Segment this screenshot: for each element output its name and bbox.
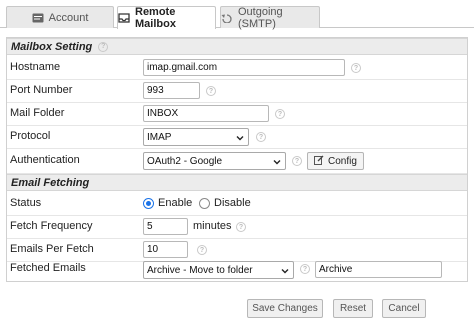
outgoing-arrow-icon (221, 13, 233, 23)
authentication-select-value: OAuth2 - Google (147, 155, 223, 167)
config-button-label: Config (328, 155, 357, 167)
tab-outgoing-smtp-label: Outgoing (SMTP) (238, 5, 283, 30)
help-icon[interactable]: ? (256, 132, 266, 142)
help-icon[interactable]: ? (275, 109, 285, 119)
help-icon[interactable]: ? (292, 156, 302, 166)
row-protocol: Protocol IMAP ? (7, 126, 467, 149)
emails-per-fetch-input[interactable] (143, 241, 188, 258)
status-label: Status (10, 197, 42, 209)
row-fetched-emails: Fetched Emails Archive - Move to folder … (7, 261, 467, 282)
cancel-button[interactable]: Cancel (382, 299, 426, 318)
section-email-fetching: Email Fetching (7, 174, 467, 191)
help-icon[interactable]: ? (236, 222, 246, 232)
mailbox-tray-icon (118, 13, 130, 23)
row-hostname: Hostname ? (7, 57, 467, 80)
port-number-label: Port Number (10, 84, 73, 96)
save-changes-button[interactable]: Save Changes (247, 299, 323, 318)
section-title: Email Fetching (11, 176, 90, 189)
hostname-label: Hostname (10, 61, 61, 73)
tab-outgoing-smtp[interactable]: Outgoing (SMTP) (220, 5, 320, 30)
row-fetch-frequency: Fetch Frequency minutes ? (7, 216, 467, 239)
status-disable-label[interactable]: Disable (214, 197, 251, 209)
reset-button[interactable]: Reset (333, 299, 373, 318)
reset-label: Reset (339, 303, 367, 314)
protocol-select[interactable]: IMAP (143, 128, 249, 146)
cancel-label: Cancel (388, 303, 420, 314)
section-mailbox-setting: Mailbox Setting ? (7, 38, 467, 55)
row-emails-per-fetch: Emails Per Fetch ? (7, 239, 467, 262)
mail-folder-label: Mail Folder (10, 107, 65, 119)
account-card-icon (32, 13, 44, 23)
tab-remote-mailbox[interactable]: Remote Mailbox (117, 6, 216, 30)
row-port-number: Port Number ? (7, 80, 467, 103)
edit-icon (314, 155, 324, 168)
mail-folder-input[interactable] (143, 105, 269, 122)
chevron-down-icon (281, 267, 289, 275)
tab-bar: Account Remote Mailbox Outgoing (SMTP) (0, 0, 474, 30)
hostname-input[interactable] (143, 59, 345, 76)
fetch-frequency-input[interactable] (143, 218, 188, 235)
protocol-select-value: IMAP (147, 131, 172, 143)
fetched-emails-action-value: Archive - Move to folder (147, 264, 253, 276)
chevron-down-icon (236, 134, 244, 142)
authentication-select[interactable]: OAuth2 - Google (143, 152, 286, 170)
config-button[interactable]: Config (307, 152, 364, 170)
fetch-frequency-label: Fetch Frequency (10, 220, 93, 232)
protocol-label: Protocol (10, 130, 51, 142)
status-enable-label[interactable]: Enable (158, 197, 192, 209)
row-status: Status Enable Disable (7, 193, 467, 216)
chevron-down-icon (273, 158, 281, 166)
help-icon[interactable]: ? (351, 63, 361, 73)
tab-remote-mailbox-label: Remote Mailbox (135, 6, 176, 30)
help-icon[interactable]: ? (197, 245, 207, 255)
settings-panel: Mailbox Setting ? Hostname ? Port Number… (6, 37, 468, 282)
archive-folder-input[interactable] (315, 261, 442, 278)
help-icon[interactable]: ? (98, 41, 109, 52)
help-icon[interactable]: ? (300, 264, 310, 274)
row-mail-folder: Mail Folder ? (7, 103, 467, 126)
tab-account-label: Account (48, 11, 89, 24)
save-changes-label: Save Changes (252, 303, 318, 314)
help-icon[interactable]: ? (206, 86, 216, 96)
row-authentication: Authentication OAuth2 - Google ? Config (7, 149, 467, 174)
emails-per-fetch-label: Emails Per Fetch (10, 243, 94, 255)
fetch-frequency-unit: minutes (193, 220, 232, 232)
fetched-emails-label: Fetched Emails (10, 262, 86, 274)
authentication-label: Authentication (10, 154, 80, 166)
port-number-input[interactable] (143, 82, 200, 99)
section-title: Mailbox Setting (11, 40, 93, 53)
status-enable-radio[interactable] (143, 198, 154, 209)
status-disable-radio[interactable] (199, 198, 210, 209)
tab-account[interactable]: Account (6, 6, 114, 28)
fetched-emails-action-select[interactable]: Archive - Move to folder (143, 261, 294, 279)
